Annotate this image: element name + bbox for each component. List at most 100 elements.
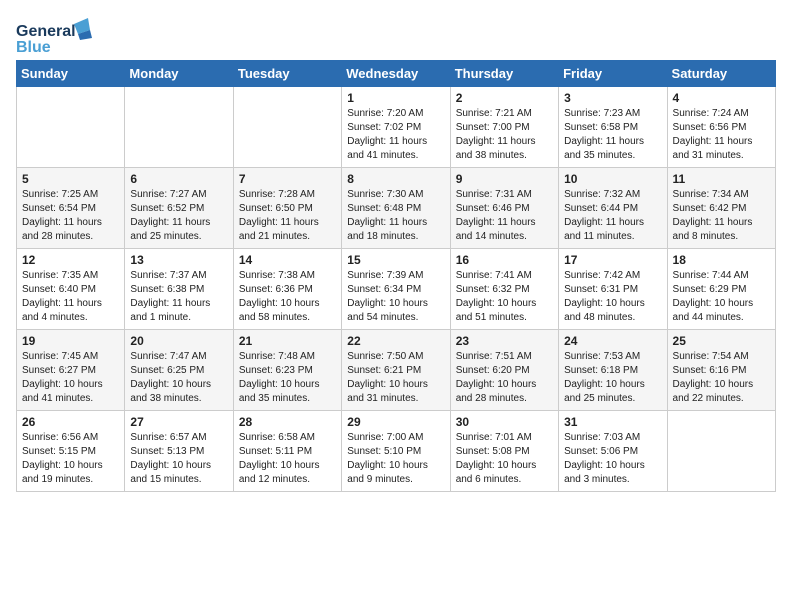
day-info: Sunrise: 7:39 AM Sunset: 6:34 PM Dayligh…	[347, 269, 444, 325]
day-number: 4	[673, 91, 770, 105]
calendar-cell: 16 Sunrise: 7:41 AM Sunset: 6:32 PM Dayli…	[450, 249, 558, 330]
calendar-cell: 20 Sunrise: 7:47 AM Sunset: 6:25 PM Dayli…	[125, 330, 233, 411]
day-info: Sunrise: 7:53 AM Sunset: 6:18 PM Dayligh…	[564, 350, 661, 406]
calendar-cell: 21 Sunrise: 7:48 AM Sunset: 6:23 PM Dayli…	[233, 330, 341, 411]
calendar-cell: 7 Sunrise: 7:28 AM Sunset: 6:50 PM Daylig…	[233, 168, 341, 249]
calendar-cell: 1 Sunrise: 7:20 AM Sunset: 7:02 PM Daylig…	[342, 87, 450, 168]
calendar-cell: 29 Sunrise: 7:00 AM Sunset: 5:10 PM Dayli…	[342, 411, 450, 492]
calendar-cell: 25 Sunrise: 7:54 AM Sunset: 6:16 PM Dayli…	[667, 330, 775, 411]
day-info: Sunrise: 6:56 AM Sunset: 5:15 PM Dayligh…	[22, 431, 119, 487]
day-info: Sunrise: 6:58 AM Sunset: 5:11 PM Dayligh…	[239, 431, 336, 487]
calendar-week-row: 19 Sunrise: 7:45 AM Sunset: 6:27 PM Dayli…	[17, 330, 776, 411]
calendar-cell: 5Sunrise: 7:25 AM Sunset: 6:54 PM Daylig…	[17, 168, 125, 249]
day-info: Sunrise: 7:01 AM Sunset: 5:08 PM Dayligh…	[456, 431, 553, 487]
day-info: Sunrise: 7:23 AM Sunset: 6:58 PM Dayligh…	[564, 107, 661, 163]
calendar-cell: 31 Sunrise: 7:03 AM Sunset: 5:06 PM Dayli…	[559, 411, 667, 492]
calendar-cell: 30 Sunrise: 7:01 AM Sunset: 5:08 PM Dayli…	[450, 411, 558, 492]
day-number: 2	[456, 91, 553, 105]
calendar-cell: 9 Sunrise: 7:31 AM Sunset: 6:46 PM Daylig…	[450, 168, 558, 249]
calendar-cell: 27 Sunrise: 6:57 AM Sunset: 5:13 PM Dayli…	[125, 411, 233, 492]
calendar-cell: 14Sunrise: 7:38 AM Sunset: 6:36 PM Dayli…	[233, 249, 341, 330]
calendar-cell: 26Sunrise: 6:56 AM Sunset: 5:15 PM Dayli…	[17, 411, 125, 492]
weekday-header-friday: Friday	[559, 61, 667, 87]
day-number: 19	[22, 334, 119, 348]
day-info: Sunrise: 7:48 AM Sunset: 6:23 PM Dayligh…	[239, 350, 336, 406]
weekday-header-row: SundayMondayTuesdayWednesdayThursdayFrid…	[17, 61, 776, 87]
calendar-table: SundayMondayTuesdayWednesdayThursdayFrid…	[16, 60, 776, 492]
calendar-cell: 13 Sunrise: 7:37 AM Sunset: 6:38 PM Dayli…	[125, 249, 233, 330]
calendar-cell: 24 Sunrise: 7:53 AM Sunset: 6:18 PM Dayli…	[559, 330, 667, 411]
day-number: 13	[130, 253, 227, 267]
day-number: 20	[130, 334, 227, 348]
day-info: Sunrise: 7:51 AM Sunset: 6:20 PM Dayligh…	[456, 350, 553, 406]
calendar-cell: 8Sunrise: 7:30 AM Sunset: 6:48 PM Daylig…	[342, 168, 450, 249]
page-header: General Blue	[16, 16, 776, 54]
logo-icon: General Blue	[16, 16, 96, 54]
day-number: 31	[564, 415, 661, 429]
day-info: Sunrise: 7:42 AM Sunset: 6:31 PM Dayligh…	[564, 269, 661, 325]
day-number: 18	[673, 253, 770, 267]
day-number: 7	[239, 172, 336, 186]
calendar-week-row: 12 Sunrise: 7:35 AM Sunset: 6:40 PM Dayli…	[17, 249, 776, 330]
day-number: 6	[130, 172, 227, 186]
day-info: Sunrise: 7:44 AM Sunset: 6:29 PM Dayligh…	[673, 269, 770, 325]
day-info: Sunrise: 7:21 AM Sunset: 7:00 PM Dayligh…	[456, 107, 553, 163]
calendar-cell: 6 Sunrise: 7:27 AM Sunset: 6:52 PM Daylig…	[125, 168, 233, 249]
calendar-cell: 17Sunrise: 7:42 AM Sunset: 6:31 PM Dayli…	[559, 249, 667, 330]
calendar-cell: 11 Sunrise: 7:34 AM Sunset: 6:42 PM Dayli…	[667, 168, 775, 249]
day-info: Sunrise: 7:34 AM Sunset: 6:42 PM Dayligh…	[673, 188, 770, 244]
calendar-cell: 10 Sunrise: 7:32 AM Sunset: 6:44 PM Dayli…	[559, 168, 667, 249]
day-number: 24	[564, 334, 661, 348]
day-info: Sunrise: 6:57 AM Sunset: 5:13 PM Dayligh…	[130, 431, 227, 487]
day-number: 10	[564, 172, 661, 186]
calendar-week-row: 5Sunrise: 7:25 AM Sunset: 6:54 PM Daylig…	[17, 168, 776, 249]
svg-text:General: General	[16, 23, 76, 40]
day-info: Sunrise: 7:32 AM Sunset: 6:44 PM Dayligh…	[564, 188, 661, 244]
calendar-week-row: 26Sunrise: 6:56 AM Sunset: 5:15 PM Dayli…	[17, 411, 776, 492]
calendar-cell: 28 Sunrise: 6:58 AM Sunset: 5:11 PM Dayli…	[233, 411, 341, 492]
day-info: Sunrise: 7:20 AM Sunset: 7:02 PM Dayligh…	[347, 107, 444, 163]
day-info: Sunrise: 7:31 AM Sunset: 6:46 PM Dayligh…	[456, 188, 553, 244]
weekday-header-sunday: Sunday	[17, 61, 125, 87]
day-info: Sunrise: 7:41 AM Sunset: 6:32 PM Dayligh…	[456, 269, 553, 325]
day-number: 22	[347, 334, 444, 348]
day-number: 9	[456, 172, 553, 186]
calendar-cell: 19 Sunrise: 7:45 AM Sunset: 6:27 PM Dayli…	[17, 330, 125, 411]
day-number: 1	[347, 91, 444, 105]
day-number: 23	[456, 334, 553, 348]
calendar-cell: 23 Sunrise: 7:51 AM Sunset: 6:20 PM Dayli…	[450, 330, 558, 411]
calendar-cell: 15Sunrise: 7:39 AM Sunset: 6:34 PM Dayli…	[342, 249, 450, 330]
day-number: 30	[456, 415, 553, 429]
weekday-header-wednesday: Wednesday	[342, 61, 450, 87]
day-info: Sunrise: 7:30 AM Sunset: 6:48 PM Dayligh…	[347, 188, 444, 244]
day-number: 5	[22, 172, 119, 186]
day-number: 16	[456, 253, 553, 267]
day-info: Sunrise: 7:24 AM Sunset: 6:56 PM Dayligh…	[673, 107, 770, 163]
calendar-cell: 3Sunrise: 7:23 AM Sunset: 6:58 PM Daylig…	[559, 87, 667, 168]
day-info: Sunrise: 7:03 AM Sunset: 5:06 PM Dayligh…	[564, 431, 661, 487]
calendar-cell: 4 Sunrise: 7:24 AM Sunset: 6:56 PM Daylig…	[667, 87, 775, 168]
svg-text:Blue: Blue	[16, 39, 51, 54]
calendar-cell	[125, 87, 233, 168]
calendar-cell: 12 Sunrise: 7:35 AM Sunset: 6:40 PM Dayli…	[17, 249, 125, 330]
day-number: 12	[22, 253, 119, 267]
day-info: Sunrise: 7:50 AM Sunset: 6:21 PM Dayligh…	[347, 350, 444, 406]
day-number: 28	[239, 415, 336, 429]
day-number: 27	[130, 415, 227, 429]
day-info: Sunrise: 7:54 AM Sunset: 6:16 PM Dayligh…	[673, 350, 770, 406]
day-number: 29	[347, 415, 444, 429]
calendar-cell	[233, 87, 341, 168]
day-info: Sunrise: 7:28 AM Sunset: 6:50 PM Dayligh…	[239, 188, 336, 244]
day-number: 11	[673, 172, 770, 186]
day-info: Sunrise: 7:00 AM Sunset: 5:10 PM Dayligh…	[347, 431, 444, 487]
day-number: 21	[239, 334, 336, 348]
calendar-cell	[667, 411, 775, 492]
day-info: Sunrise: 7:27 AM Sunset: 6:52 PM Dayligh…	[130, 188, 227, 244]
calendar-week-row: 1 Sunrise: 7:20 AM Sunset: 7:02 PM Daylig…	[17, 87, 776, 168]
day-info: Sunrise: 7:47 AM Sunset: 6:25 PM Dayligh…	[130, 350, 227, 406]
day-info: Sunrise: 7:45 AM Sunset: 6:27 PM Dayligh…	[22, 350, 119, 406]
day-number: 25	[673, 334, 770, 348]
weekday-header-tuesday: Tuesday	[233, 61, 341, 87]
day-info: Sunrise: 7:37 AM Sunset: 6:38 PM Dayligh…	[130, 269, 227, 325]
day-info: Sunrise: 7:35 AM Sunset: 6:40 PM Dayligh…	[22, 269, 119, 325]
